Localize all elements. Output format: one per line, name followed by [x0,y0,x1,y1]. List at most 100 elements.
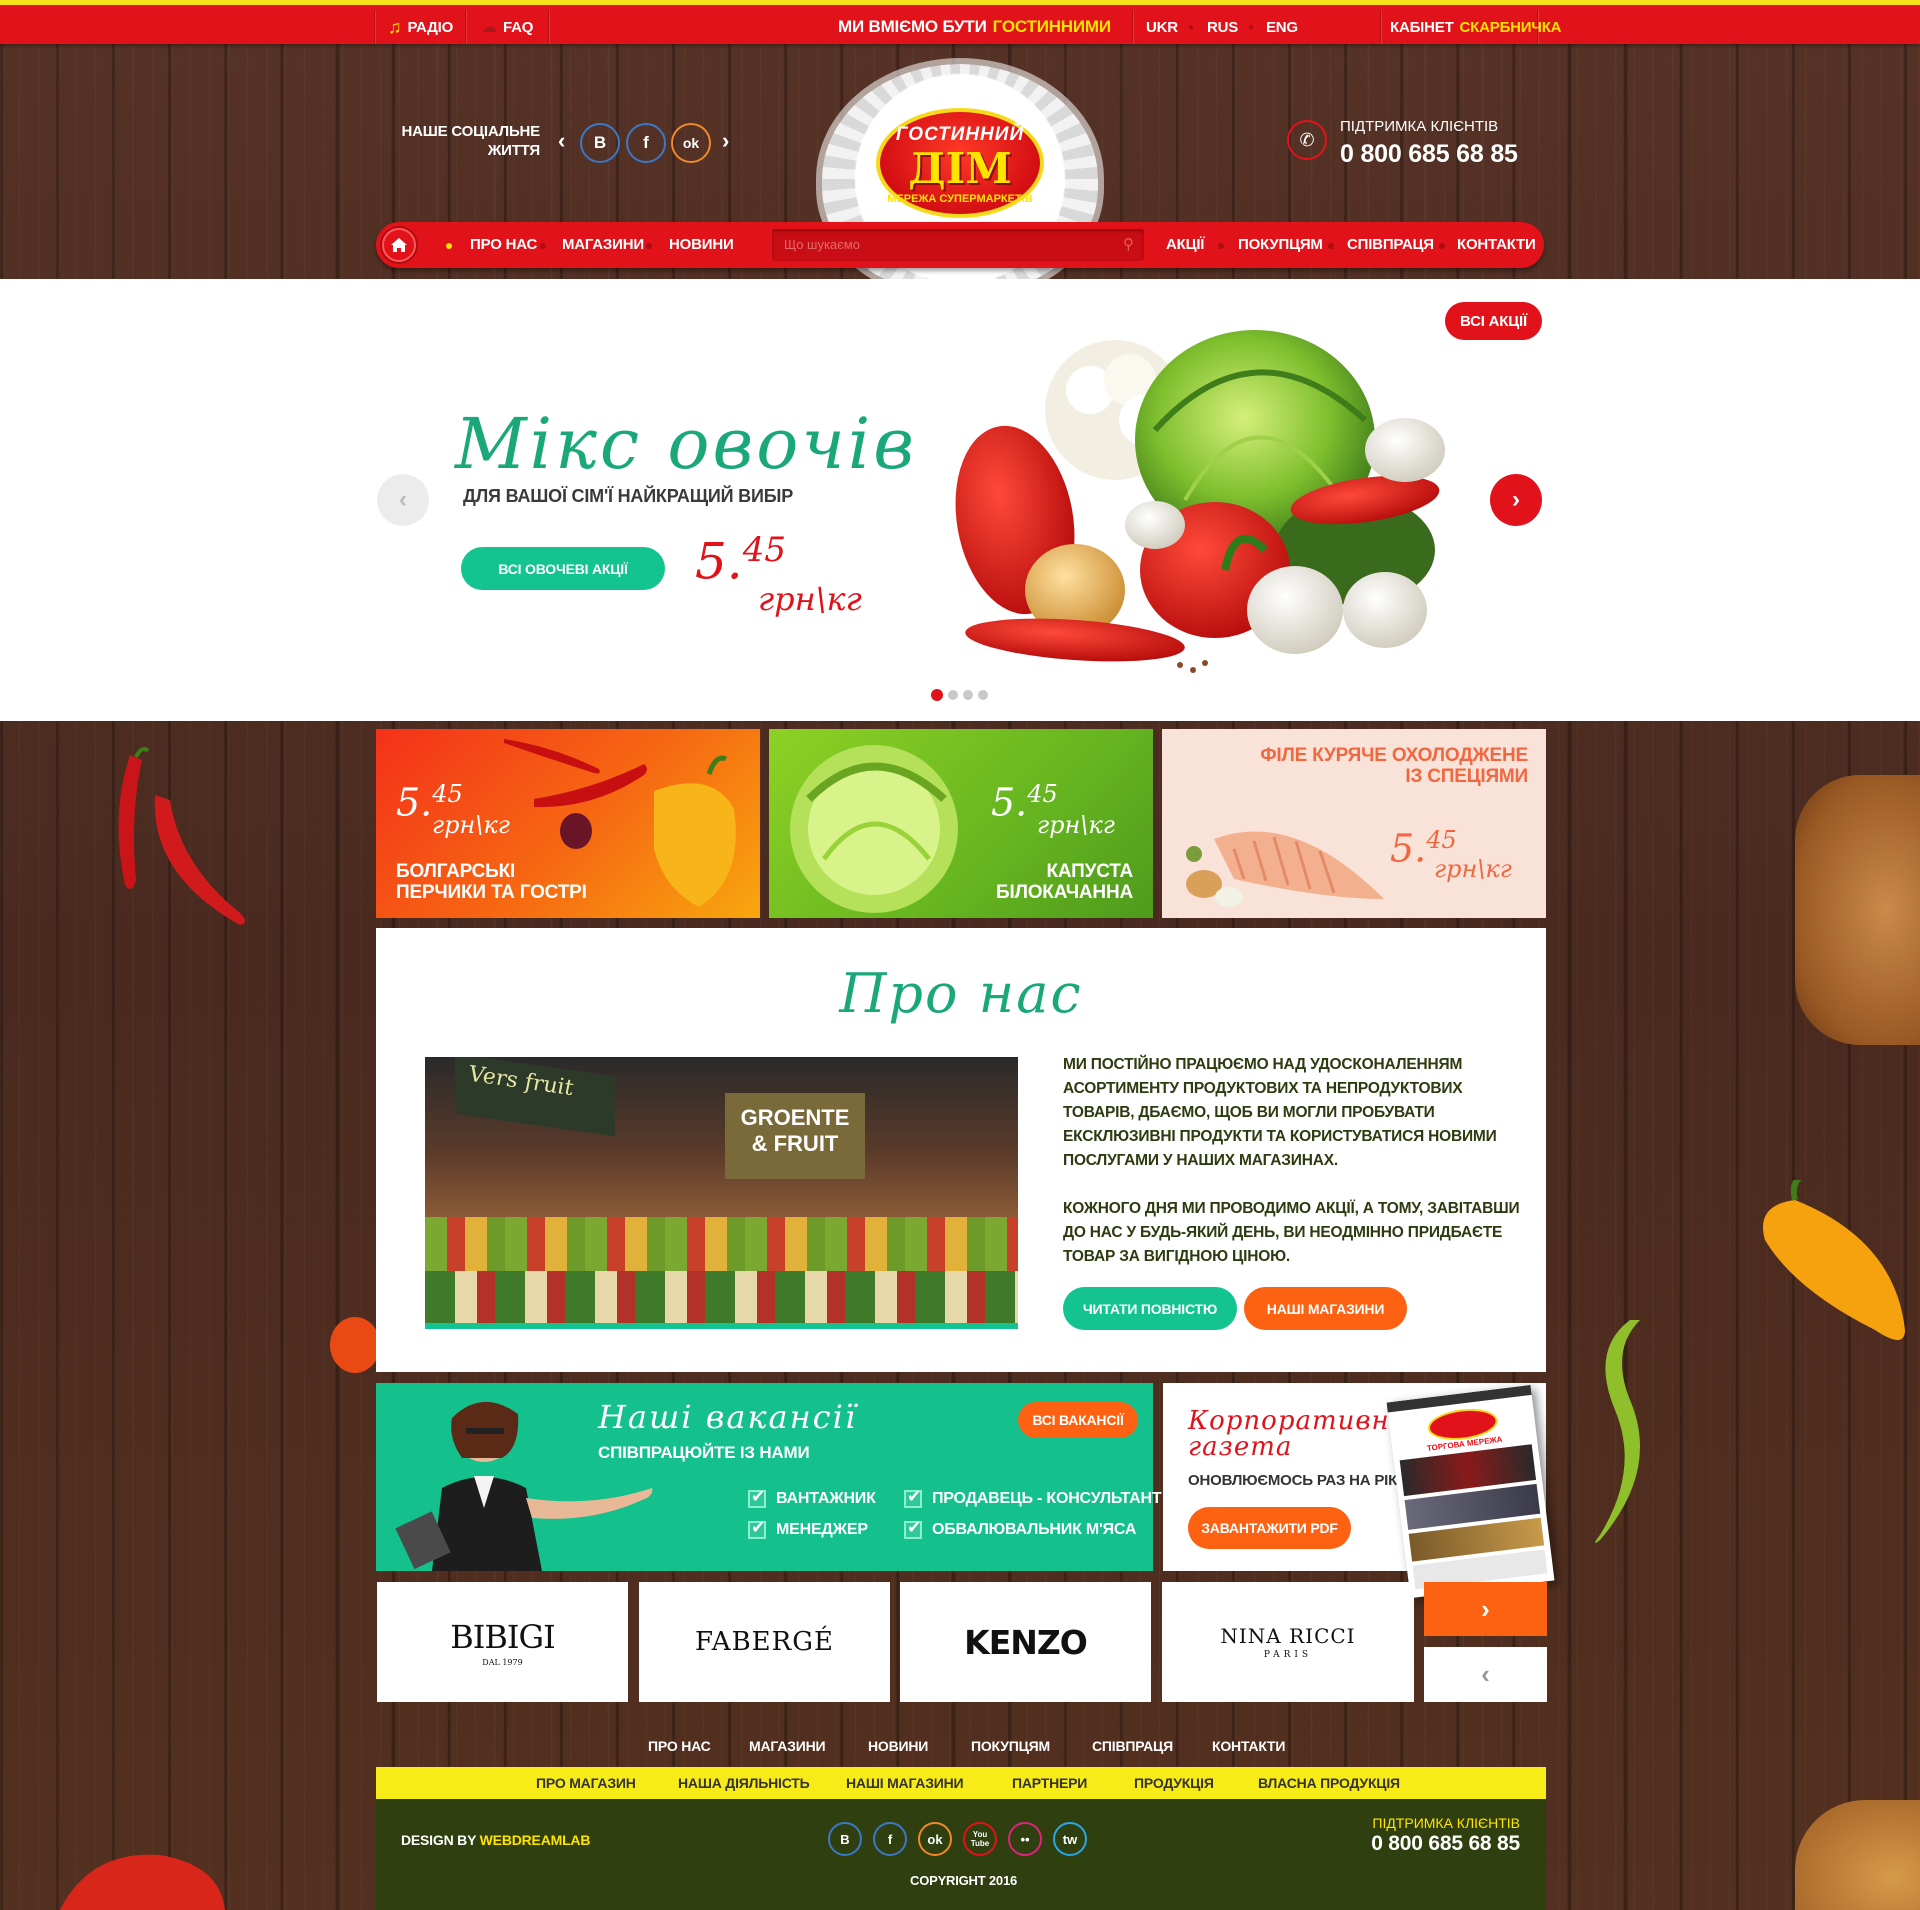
social-prev-icon[interactable]: ‹ [558,128,565,154]
slogan: МИ ВМІЄМО БУТИ ГОСТИННИМИ [838,17,1111,36]
brand-faberge[interactable]: FABERGÉ [639,1582,890,1702]
footer-nav-contacts[interactable]: КОНТАКТИ [1212,1738,1285,1754]
subnav-about-store[interactable]: ПРО МАГАЗИН [536,1767,636,1799]
all-vacancies-button[interactable]: ВСІ ВАКАНСІЇ [1018,1402,1138,1438]
slider-dot[interactable] [978,690,988,700]
odnoklassniki-icon[interactable]: ok [671,123,711,163]
facebook-icon[interactable]: f [873,1822,907,1856]
music-note-icon: ♫ [388,16,402,37]
nav-promos[interactable]: АКЦІЇ [1166,222,1204,268]
cookie-decor [1795,1800,1920,1910]
subnav-activity[interactable]: НАША ДІЯЛЬНІСТЬ [678,1767,810,1799]
about-text: МИ ПОСТІЙНО ПРАЦЮЄМО НАД УДОСКОНАЛЕННЯМ … [1063,1056,1520,1265]
slider-prev-icon[interactable]: ‹ [377,474,429,526]
vacancy-item[interactable]: ОБВАЛЮВАЛЬНИК М'ЯСА [904,1518,1136,1539]
nav-stores[interactable]: МАГАЗИНИ [562,222,644,268]
copyright: COPYRIGHT 2016 [910,1873,1018,1888]
promo-tile-cabbage[interactable]: 5.45 грн\кг КАПУСТА БІЛОКАЧАННА [769,729,1153,918]
search-input[interactable]: Що шукаємо ⚲ [772,229,1144,261]
footer-nav-stores[interactable]: МАГАЗИНИ [749,1738,826,1754]
download-pdf-button[interactable]: ЗАВАНТАЖИТИ PDF [1188,1507,1351,1549]
chicken-fillet-image [1186,831,1384,907]
yellow-pepper-decor [1763,1180,1905,1340]
brand-kenzo[interactable]: KENZO [900,1582,1151,1702]
vacancy-item[interactable]: МЕНЕДЖЕР [748,1518,868,1539]
footer-nav-news[interactable]: НОВИНИ [868,1738,928,1754]
slider-dots [931,689,988,701]
vk-icon[interactable]: В [828,1822,862,1856]
read-more-button[interactable]: ЧИТАТИ ПОВНІСТЮ [1063,1287,1237,1330]
facebook-icon[interactable]: f [626,123,666,163]
newspaper-image[interactable]: ТОРГОВА МЕРЕЖА [1386,1384,1555,1599]
lang-rus[interactable]: RUS [1207,13,1238,41]
nav-buyers[interactable]: ПОКУПЦЯМ [1238,222,1323,268]
tile-name: КАПУСТА БІЛОКАЧАННА [996,861,1133,903]
vk-icon[interactable]: В [580,123,620,163]
checkbox-icon [748,1518,766,1539]
slider-dot[interactable] [948,690,958,700]
vacancies-title: Наші вакансії [598,1398,858,1436]
lang-eng[interactable]: ENG [1266,13,1298,41]
chili-decor [118,747,245,925]
slider-dot[interactable] [963,690,973,700]
checkbox-icon [904,1487,922,1508]
subnav-own-products[interactable]: ВЛАСНА ПРОДУКЦІЯ [1258,1767,1400,1799]
home-icon [391,238,407,252]
promo-tile-chicken[interactable]: ФІЛЕ КУРЯЧЕ ОХОЛОДЖЕНЕ ІЗ СПЕЦІЯМИ 5.45 … [1162,729,1546,918]
slider-next-icon[interactable]: › [1490,474,1542,526]
photo-sign: Vers fruit [455,1057,615,1137]
footer-social: В f ok You Tube •• tw [828,1822,1087,1856]
brand-nina-ricci[interactable]: NINA RICCI PARIS [1162,1582,1414,1702]
checkbox-icon [904,1518,922,1539]
nav-about[interactable]: ПРО НАС [470,222,537,268]
photo-sign: GROENTE & FRUIT [725,1093,865,1179]
slider-dot[interactable] [931,689,943,701]
brands-next-icon[interactable]: › [1424,1582,1547,1636]
nav-contacts[interactable]: КОНТАКТИ [1457,222,1536,268]
subnav-partners[interactable]: ПАРТНЕРИ [1012,1767,1087,1799]
logo-subtitle: МЕРЕЖА СУПЕРМАРКЕТІВ [887,193,1033,205]
veg-promos-button[interactable]: ВСІ ОВОЧЕВІ АКЦІЇ [461,547,665,590]
produce-counter [425,1271,1018,1323]
corporate-title: Корпоративна газета [1188,1406,1407,1462]
brand-bibigi[interactable]: BIBIGI DAL 1979 [377,1582,628,1702]
cabinet-link[interactable]: КАБІНЕТ СКАРБНИЧКА [1390,13,1561,41]
corporate-subtitle: ОНОВЛЮЄМОСЬ РАЗ НА РІК [1188,1472,1398,1489]
support-phone[interactable]: 0 800 685 68 85 [1340,140,1518,169]
subnav-our-stores[interactable]: НАШІ МАГАЗИНИ [846,1767,964,1799]
youtube-icon[interactable]: You Tube [963,1822,997,1856]
lang-ukr[interactable]: UKR [1146,13,1178,41]
faq-link[interactable]: ☁ FAQ [481,13,533,41]
odnoklassniki-icon[interactable]: ok [918,1822,952,1856]
vacancy-item[interactable]: ВАНТАЖНИК [748,1487,876,1508]
about-title: Про нас [839,962,1083,1025]
hero-title: Мікс овочів [455,403,918,485]
home-button[interactable] [382,228,416,262]
social-label: НАШЕ СОЦІАЛЬНЕ ЖИТТЯ [401,123,540,159]
vegetables-image [955,330,1445,673]
search-icon[interactable]: ⚲ [1123,229,1134,261]
nav-cooperation[interactable]: СПІВПРАЦЯ [1347,222,1434,268]
footer-nav-cooperation[interactable]: СПІВПРАЦЯ [1092,1738,1173,1754]
social-next-icon[interactable]: › [722,128,729,154]
twitter-icon[interactable]: tw [1053,1822,1087,1856]
flickr-icon[interactable]: •• [1008,1822,1042,1856]
footer-nav-about[interactable]: ПРО НАС [648,1738,711,1754]
subnav-products[interactable]: ПРОДУКЦІЯ [1134,1767,1214,1799]
design-credit[interactable]: DESIGN BY WEBDREAMLAB [401,1832,590,1848]
footer-support: ПІДТРИМКА КЛІЄНТІВ 0 800 685 68 85 [1300,1815,1520,1856]
radio-link[interactable]: ♫ РАДІО [388,13,453,41]
cabbage-image [790,745,958,913]
footer-nav-buyers[interactable]: ПОКУПЦЯМ [971,1738,1050,1754]
vacancy-item[interactable]: ПРОДАВЕЦЬ - КОНСУЛЬТАНТ [904,1487,1162,1508]
footer-subnav: ПРО МАГАЗИН НАША ДІЯЛЬНІСТЬ НАШІ МАГАЗИН… [376,1767,1546,1799]
our-stores-button[interactable]: НАШІ МАГАЗИНИ [1244,1287,1407,1330]
brands-prev-icon[interactable]: ‹ [1424,1647,1547,1702]
faq-icon: ☁ [481,19,497,36]
phone-icon: ✆ [1287,120,1327,160]
tile-name: ФІЛЕ КУРЯЧЕ ОХОЛОДЖЕНЕ ІЗ СПЕЦІЯМИ [1260,745,1528,787]
footer-phone[interactable]: 0 800 685 68 85 [1300,1832,1520,1856]
nav-news[interactable]: НОВИНИ [669,222,734,268]
promo-tile-peppers[interactable]: 5.45 грн\кг БОЛГАРСЬКІ ПЕРЧИКИ ТА ГОСТРІ [376,729,760,918]
store-photo: Vers fruit GROENTE & FRUIT [425,1057,1018,1329]
